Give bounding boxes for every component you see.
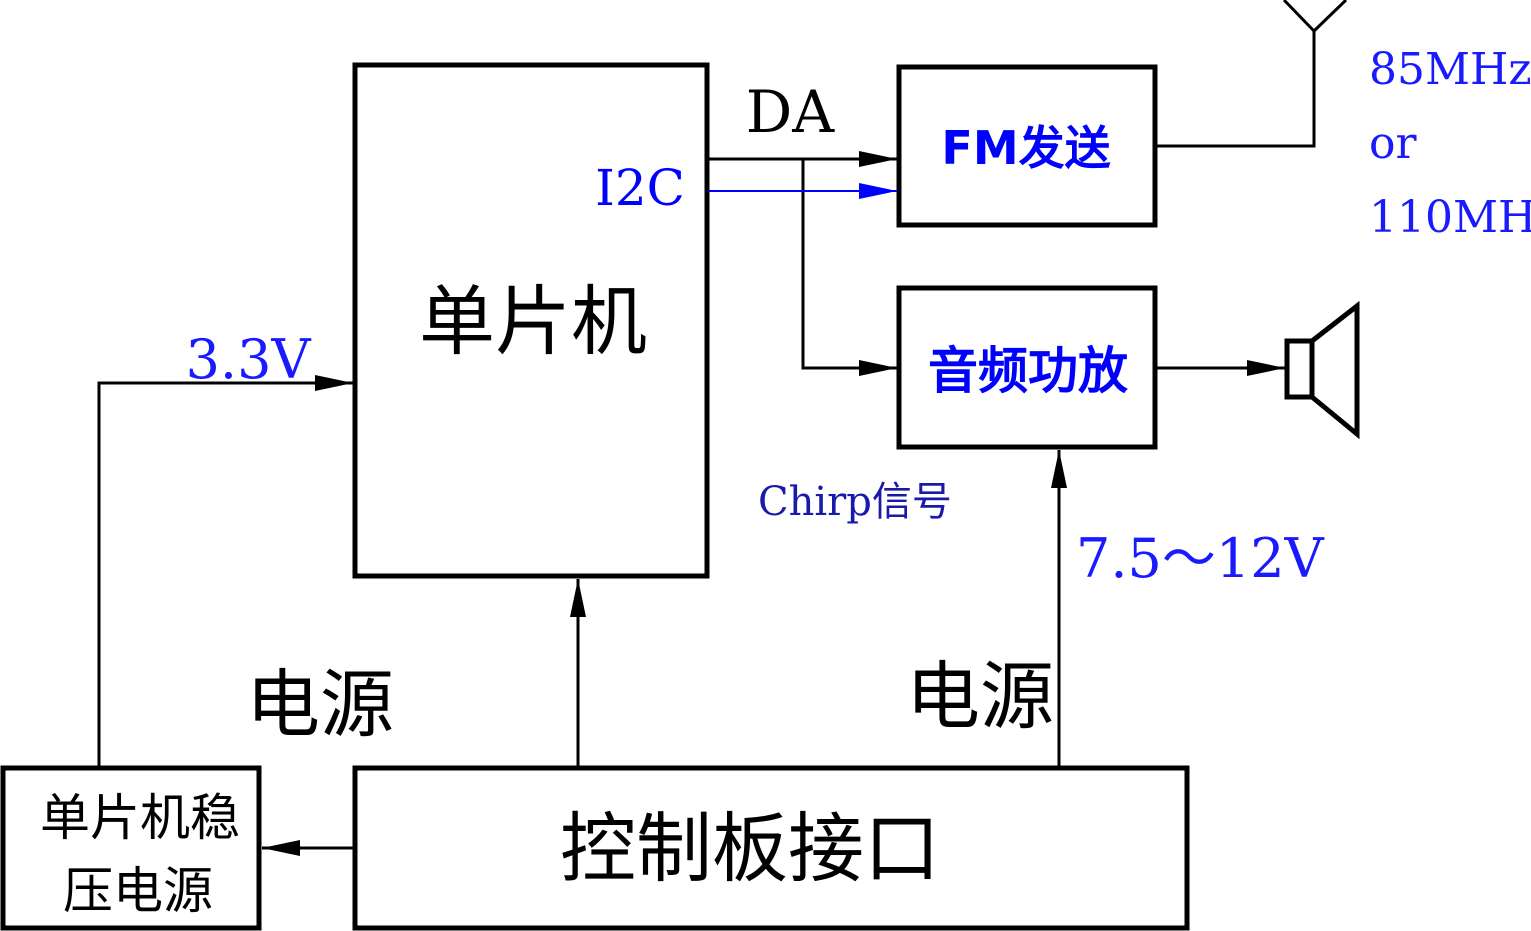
frequency-label-85: 85MHz xyxy=(1369,44,1531,95)
system-block-diagram: 单片机 FM发送 音频功放 单片机稳 压电源 控制板接口 DA I2C 85MH… xyxy=(0,0,1531,931)
fm-to-antenna-line xyxy=(1156,30,1316,148)
power-label-left: 电源 xyxy=(246,662,394,748)
fm-transmitter-label: FM发送 xyxy=(941,121,1110,175)
regulator-label-line1: 单片机稳 xyxy=(40,789,240,847)
antenna-icon xyxy=(1282,0,1348,33)
amp-voltage-label: 7.5～12V xyxy=(1076,527,1325,590)
regulator-label-line2: 压电源 xyxy=(63,862,213,920)
chirp-signal-label: Chirp信号 xyxy=(758,479,952,525)
mcu-label: 单片机 xyxy=(419,277,647,366)
frequency-label-110: 110MHz xyxy=(1369,192,1531,243)
i2c-label: I2C xyxy=(595,159,685,217)
power-label-right: 电源 xyxy=(906,654,1054,740)
v33-label: 3.3V xyxy=(186,328,312,391)
control-board-label: 控制板接口 xyxy=(560,804,940,893)
audio-amp-label: 音频功放 xyxy=(928,342,1128,400)
speaker-icon xyxy=(1284,300,1360,440)
frequency-label-or: or xyxy=(1369,118,1417,169)
da-label: DA xyxy=(746,78,836,146)
